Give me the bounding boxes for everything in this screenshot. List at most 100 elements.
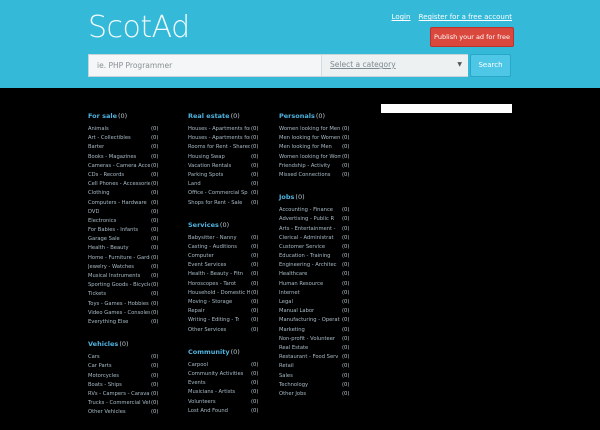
subcategory-link[interactable]: Musicians - Artists (0): [188, 388, 278, 397]
subcategory-link[interactable]: RVs - Campers - Caravans (0): [88, 390, 178, 399]
subcategory-link[interactable]: Real Estate (0): [279, 344, 369, 353]
subcategory-link[interactable]: Repair (0): [188, 307, 278, 316]
subcategory-link[interactable]: Jewelry - Watches (0): [88, 263, 178, 272]
subcategory-link[interactable]: Legal (0): [279, 298, 369, 307]
category-heading[interactable]: Personals(0): [279, 112, 369, 121]
register-link[interactable]: Register for a free account: [419, 13, 512, 21]
subcategory-link[interactable]: Video Games - Consoles (0): [88, 309, 178, 318]
subcategory-link[interactable]: Horoscopes - Tarot (0): [188, 280, 278, 289]
category-heading[interactable]: For sale(0): [88, 112, 178, 121]
category-heading[interactable]: Jobs(0): [279, 193, 369, 202]
category-heading[interactable]: Community(0): [188, 348, 278, 357]
subcategory-link[interactable]: Land (0): [188, 180, 278, 189]
subcategory-name: Computer: [188, 253, 214, 260]
subcategory-link[interactable]: Sales (0): [279, 372, 369, 381]
subcategory-link[interactable]: Events (0): [188, 379, 278, 388]
subcategory-link[interactable]: Barter (0): [88, 143, 178, 152]
publish-ad-button[interactable]: Publish your ad for free: [430, 27, 514, 47]
subcategory-link[interactable]: Animals (0): [88, 125, 178, 134]
login-link[interactable]: Login: [392, 13, 411, 21]
subcategory-link[interactable]: Motorcycles (0): [88, 372, 178, 381]
subcategory-link[interactable]: Manufacturing - Operat (0): [279, 316, 369, 325]
subcategory-link[interactable]: Manual Labor (0): [279, 307, 369, 316]
subcategory-link[interactable]: Retail (0): [279, 362, 369, 371]
subcategory-link[interactable]: Engineering - Architec (0): [279, 261, 369, 270]
subcategory-link[interactable]: Car Parts (0): [88, 362, 178, 371]
subcategory-link[interactable]: Education - Training (0): [279, 252, 369, 261]
subcategory-link[interactable]: Restaurant - Food Serv (0): [279, 353, 369, 362]
subcategory-link[interactable]: Housing Swap (0): [188, 153, 278, 162]
subcategory-link[interactable]: Rooms for Rent - Shared (0): [188, 143, 278, 152]
subcategory-link[interactable]: Sporting Goods - Bicycles (0): [88, 281, 178, 290]
subcategory-link[interactable]: Accounting - Finance (0): [279, 206, 369, 215]
subcategory-link[interactable]: Community Activities (0): [188, 370, 278, 379]
subcategory-link[interactable]: Health - Beauty - Fitn (0): [188, 270, 278, 279]
subcategory-link[interactable]: Men looking for Men (0): [279, 143, 369, 152]
subcategory-count: (0): [151, 300, 159, 307]
subcategory-link[interactable]: Everything Else (0): [88, 318, 178, 327]
subcategory-name: Volunteers: [188, 398, 216, 405]
subcategory-link[interactable]: Household - Domestic H (0): [188, 289, 278, 298]
subcategory-link[interactable]: Event Services (0): [188, 261, 278, 270]
subcategory-link[interactable]: Missed Connections (0): [279, 171, 369, 180]
subcategory-link[interactable]: Office - Commercial Sp (0): [188, 189, 278, 198]
subcategory-link[interactable]: For Babies - Infants (0): [88, 226, 178, 235]
subcategory-link[interactable]: Cell Phones - Accessories (0): [88, 180, 178, 189]
subcategory-link[interactable]: Art - Collectibles (0): [88, 134, 178, 143]
subcategory-link[interactable]: Women looking for Men (0): [279, 125, 369, 134]
subcategory-link[interactable]: Books - Magazines (0): [88, 153, 178, 162]
subcategory-link[interactable]: Advertising - Public R (0): [279, 215, 369, 224]
subcategory-link[interactable]: Clothing (0): [88, 189, 178, 198]
subcategory-link[interactable]: Toys - Games - Hobbies (0): [88, 300, 178, 309]
subcategory-link[interactable]: Garage Sale (0): [88, 235, 178, 244]
subcategory-link[interactable]: Friendship - Activity (0): [279, 162, 369, 171]
subcategory-link[interactable]: Customer Service (0): [279, 243, 369, 252]
subcategory-link[interactable]: DVD (0): [88, 208, 178, 217]
category-heading[interactable]: Services(0): [188, 221, 278, 230]
subcategory-link[interactable]: Shops for Rent - Sale (0): [188, 199, 278, 208]
subcategory-link[interactable]: Internet (0): [279, 289, 369, 298]
subcategory-link[interactable]: Carpool (0): [188, 361, 278, 370]
category-heading[interactable]: Real estate(0): [188, 112, 278, 121]
subcategory-link[interactable]: Health - Beauty (0): [88, 244, 178, 253]
subcategory-link[interactable]: Computer (0): [188, 252, 278, 261]
subcategory-link[interactable]: Volunteers (0): [188, 398, 278, 407]
subcategory-link[interactable]: Home - Furniture - Garden (0): [88, 254, 178, 263]
category-select[interactable]: Select a category ▼: [321, 55, 468, 76]
subcategory-link[interactable]: Cameras - Camera Accessor(0): [88, 162, 178, 171]
subcategory-link[interactable]: Other Jobs (0): [279, 390, 369, 399]
subcategory-link[interactable]: Women looking for Wome (0): [279, 153, 369, 162]
subcategory-link[interactable]: Non-profit - Volunteer (0): [279, 335, 369, 344]
subcategory-link[interactable]: Houses - Apartments for (0): [188, 134, 278, 143]
subcategory-link[interactable]: Casting - Auditions (0): [188, 243, 278, 252]
subcategory-link[interactable]: Men looking for Women (0): [279, 134, 369, 143]
subcategory-link[interactable]: Healthcare (0): [279, 270, 369, 279]
site-logo[interactable]: ScotAd: [88, 10, 190, 45]
subcategory-link[interactable]: Parking Spots (0): [188, 171, 278, 180]
subcategory-count: (0): [251, 271, 259, 278]
subcategory-link[interactable]: Computers - Hardware (0): [88, 199, 178, 208]
subcategory-link[interactable]: Other Services (0): [188, 326, 278, 335]
subcategory-link[interactable]: Tickets (0): [88, 290, 178, 299]
subcategory-link[interactable]: Moving - Storage (0): [188, 298, 278, 307]
subcategory-link[interactable]: Babysitter - Nanny (0): [188, 234, 278, 243]
subcategory-link[interactable]: Boats - Ships (0): [88, 381, 178, 390]
subcategory-link[interactable]: Houses - Apartments for (0): [188, 125, 278, 134]
subcategory-link[interactable]: Musical Instruments (0): [88, 272, 178, 281]
subcategory-link[interactable]: Marketing (0): [279, 326, 369, 335]
search-input[interactable]: [97, 55, 322, 76]
search-button[interactable]: Search: [470, 54, 511, 77]
subcategory-link[interactable]: Lost And Found (0): [188, 407, 278, 416]
subcategory-link[interactable]: Writing - Editing - Tr (0): [188, 316, 278, 325]
subcategory-link[interactable]: CDs - Records (0): [88, 171, 178, 180]
subcategory-link[interactable]: Vacation Rentals (0): [188, 162, 278, 171]
subcategory-link[interactable]: Arts - Entertainment - (0): [279, 225, 369, 234]
subcategory-link[interactable]: Human Resource (0): [279, 280, 369, 289]
category-heading[interactable]: Vehicles(0): [88, 340, 178, 349]
subcategory-link[interactable]: Cars (0): [88, 353, 178, 362]
subcategory-link[interactable]: Trucks - Commercial Vehic (0): [88, 399, 178, 408]
subcategory-link[interactable]: Clerical - Administrat (0): [279, 234, 369, 243]
subcategory-link[interactable]: Technology (0): [279, 381, 369, 390]
subcategory-link[interactable]: Other Vehicles (0): [88, 408, 178, 417]
subcategory-link[interactable]: Electronics (0): [88, 217, 178, 226]
